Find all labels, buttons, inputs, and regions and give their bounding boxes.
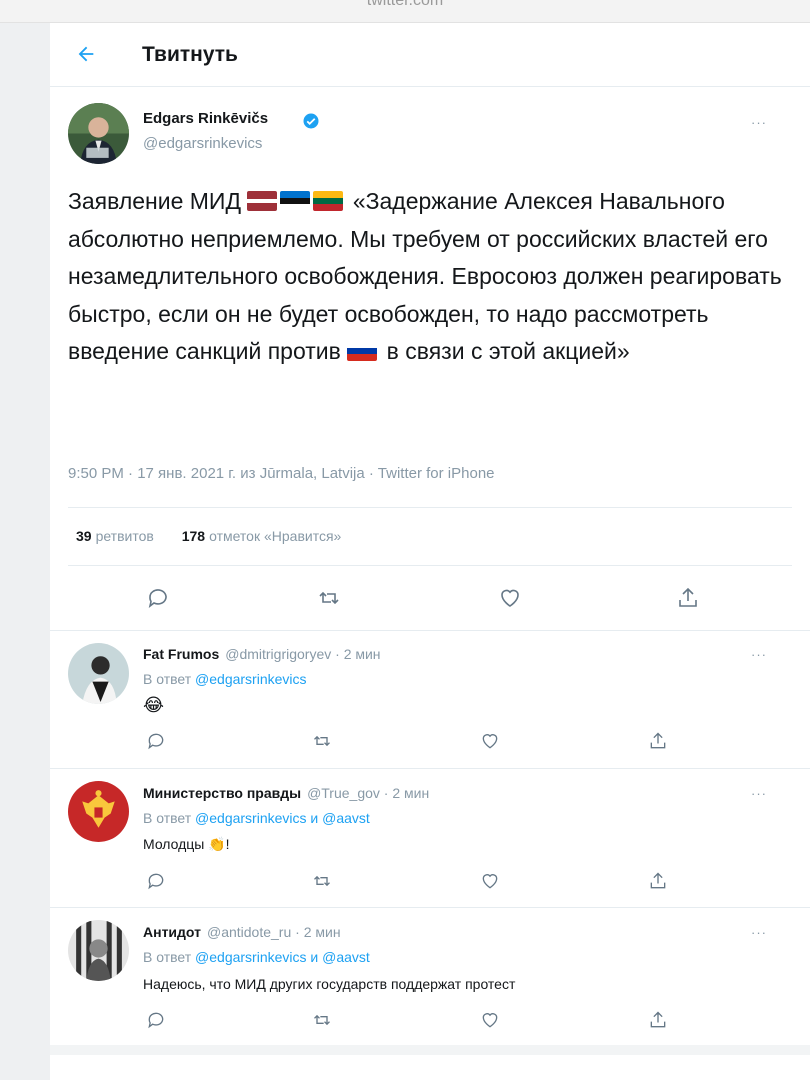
russia-flag-icon xyxy=(347,341,378,361)
more-options-icon[interactable]: ··· xyxy=(751,647,767,662)
reply-icon[interactable] xyxy=(146,1010,166,1030)
reply-avatar[interactable] xyxy=(68,920,129,981)
reply-handle-time: @True_gov · 2 мин xyxy=(307,785,430,801)
share-icon[interactable] xyxy=(676,586,700,610)
retweets-stat[interactable]: 39 ретвитов xyxy=(76,528,154,544)
estonia-flag-icon xyxy=(280,191,311,211)
likes-stat[interactable]: 178 отметок «Нравится» xyxy=(182,528,342,544)
more-options-icon[interactable]: ··· xyxy=(751,925,767,940)
retweets-count: 39 xyxy=(76,528,92,544)
main-tweet-divider xyxy=(50,630,810,631)
tweet-text-start: Заявление МИД xyxy=(68,188,242,214)
reply-to-mention[interactable]: @edgarsrinkevics и @aavst xyxy=(195,949,370,965)
reply-to-line: В ответ @edgarsrinkevics и @aavst xyxy=(143,949,370,965)
likes-count: 178 xyxy=(181,528,206,544)
share-icon[interactable] xyxy=(648,731,668,751)
retweet-icon[interactable] xyxy=(317,586,341,610)
browser-url-bar[interactable]: twitter.com xyxy=(0,0,810,23)
lithuania-flag-icon xyxy=(313,191,344,211)
reply-to-mention[interactable]: @edgarsrinkevics xyxy=(195,671,306,687)
timeline-end-divider xyxy=(50,1045,810,1055)
tweet-meta: 9:50 PM · 17 янв. 2021 г. из Jūrmala, La… xyxy=(68,465,495,482)
like-icon[interactable] xyxy=(480,731,500,751)
reply-prefix: В ответ xyxy=(143,810,192,826)
reply-avatar[interactable] xyxy=(68,781,129,842)
reply-prefix: В ответ xyxy=(143,949,192,965)
tweet-text: Заявление МИД «Задержание Алексея Наваль… xyxy=(68,183,788,371)
reply-to-mention[interactable]: @edgarsrinkevics и @aavst xyxy=(195,810,370,826)
reply-icon[interactable] xyxy=(146,871,166,891)
verified-badge-icon xyxy=(302,112,320,130)
header-divider xyxy=(50,86,810,87)
reply-text: Надеюсь, что МИД других государств подде… xyxy=(143,976,516,992)
author-handle[interactable]: @edgarsrinkevics xyxy=(143,135,262,152)
latvia-flag-icon xyxy=(247,191,278,211)
reply-author[interactable]: Fat Frumos @dmitrigrigoryev · 2 мин xyxy=(143,646,381,662)
reply-handle-time: @dmitrigrigoryev · 2 мин xyxy=(225,646,381,662)
url-text: twitter.com xyxy=(366,0,444,9)
stats-divider xyxy=(68,565,792,566)
author-avatar[interactable] xyxy=(68,103,129,164)
like-icon[interactable] xyxy=(480,1010,500,1030)
tweet-stats: 39 ретвитов 178 отметок «Нравится» xyxy=(76,528,341,544)
like-icon[interactable] xyxy=(498,586,522,610)
like-icon[interactable] xyxy=(480,871,500,891)
back-arrow-icon[interactable] xyxy=(75,43,97,65)
reply-avatar[interactable] xyxy=(68,643,129,704)
reply-name: Fat Frumos xyxy=(143,646,220,662)
tweet-text-end: в связи с этой акцией» xyxy=(386,338,630,364)
likes-label: отметок «Нравится» xyxy=(209,528,342,544)
reply-handle-time: @antidote_ru · 2 мин xyxy=(206,924,341,940)
retweets-label: ретвитов xyxy=(95,528,154,544)
more-options-icon[interactable]: ··· xyxy=(751,115,767,130)
reply-text: 😂 xyxy=(143,695,165,715)
reply-author[interactable]: Антидот @antidote_ru · 2 мин xyxy=(143,924,341,940)
reply-divider xyxy=(50,768,810,769)
reply-name: Министерство правды xyxy=(143,785,302,801)
tweet-page: Твитнуть Edgars Rinkēvičs @edgarsrinkevi… xyxy=(50,23,810,1080)
meta-divider xyxy=(68,507,792,508)
retweet-icon[interactable] xyxy=(312,1010,332,1030)
page-title: Твитнуть xyxy=(142,43,238,66)
retweet-icon[interactable] xyxy=(312,731,332,751)
retweet-icon[interactable] xyxy=(312,871,332,891)
share-icon[interactable] xyxy=(648,1010,668,1030)
reply-to-line: В ответ @edgarsrinkevics xyxy=(143,671,307,687)
reply-icon[interactable] xyxy=(146,731,166,751)
reply-to-line: В ответ @edgarsrinkevics и @aavst xyxy=(143,810,370,826)
reply-text: Молодцы 👏! xyxy=(143,836,230,852)
reply-icon[interactable] xyxy=(146,586,170,610)
reply-divider xyxy=(50,907,810,908)
share-icon[interactable] xyxy=(648,871,668,891)
reply-name: Антидот xyxy=(143,924,201,940)
reply-author[interactable]: Министерство правды @True_gov · 2 мин xyxy=(143,785,429,801)
reply-prefix: В ответ xyxy=(143,671,192,687)
more-options-icon[interactable]: ··· xyxy=(751,786,767,801)
author-name[interactable]: Edgars Rinkēvičs xyxy=(143,110,268,127)
